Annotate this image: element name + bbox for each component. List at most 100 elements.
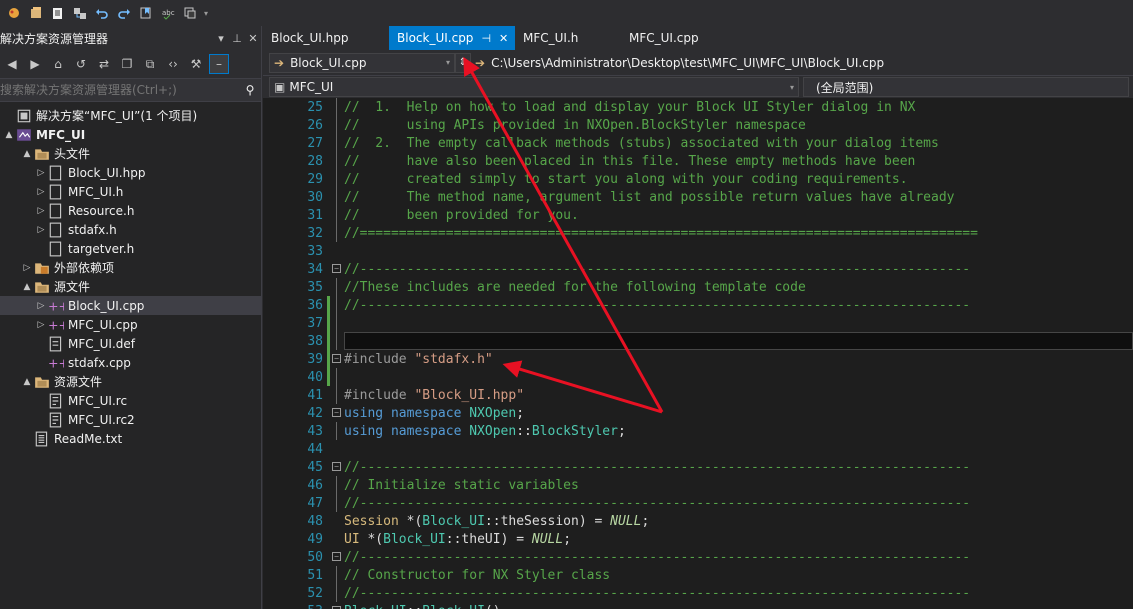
tab-mfc-ui-h[interactable]: MFC_UI.h — [515, 26, 621, 50]
code-line[interactable]: 50−//-----------------------------------… — [263, 548, 1133, 566]
fold-icon[interactable]: − — [332, 408, 341, 417]
expanded-arrow-icon[interactable]: ▲ — [20, 377, 34, 387]
open-file-icon[interactable] — [48, 4, 67, 22]
code-line[interactable]: 42− using namespace NXOpen; — [263, 404, 1133, 422]
code-line[interactable]: 33 — [263, 242, 1133, 260]
new-project-icon[interactable] — [26, 4, 45, 22]
code-line[interactable]: 29 // created simply to start you along w… — [263, 170, 1133, 188]
code-line[interactable]: 47 //------------------------------------… — [263, 494, 1133, 512]
properties-icon[interactable]: ⚒ — [186, 54, 206, 74]
toolbar-overflow-icon[interactable]: ▾ — [204, 9, 208, 18]
tree-node[interactable]: ▲ 头文件 — [0, 144, 262, 163]
code-line[interactable]: 43 using namespace NXOpen::BlockStyler; — [263, 422, 1133, 440]
tree-node[interactable]: ▲ 资源文件 — [0, 372, 262, 391]
code-line[interactable]: 48 Session *(Block_UI::theSession) = NULL… — [263, 512, 1133, 530]
tree-node[interactable]: ReadMe.txt — [0, 429, 262, 448]
fold-icon[interactable]: − — [332, 354, 341, 363]
code-line[interactable]: 36 //------------------------------------… — [263, 296, 1133, 314]
tree-node[interactable]: targetver.h — [0, 239, 262, 258]
split-button[interactable]: ⇕ — [455, 52, 471, 73]
expanded-arrow-icon[interactable]: ▲ — [20, 282, 34, 292]
tree-node[interactable]: MFC_UI.rc2 — [0, 410, 262, 429]
back-icon[interactable]: ◀ — [2, 54, 22, 74]
navigate-icon[interactable] — [70, 4, 89, 22]
fold-icon[interactable]: − — [332, 264, 341, 273]
tree-node[interactable]: ▲ 源文件 — [0, 277, 262, 296]
tab-block-ui-hpp[interactable]: Block_UI.hpp — [263, 26, 389, 50]
collapsed-arrow-icon[interactable]: ▷ — [34, 320, 48, 330]
code-line[interactable]: 40 — [263, 368, 1133, 386]
code-line[interactable]: 49 UI *(Block_UI::theUI) = NULL; — [263, 530, 1133, 548]
code-line[interactable]: 46 // Initialize static variables — [263, 476, 1133, 494]
explorer-search-input[interactable] — [0, 83, 239, 97]
bookmark-icon[interactable] — [136, 4, 155, 22]
code-line[interactable]: 38//用户代码 — [263, 332, 1133, 351]
line-number: 32 — [307, 225, 323, 241]
sync-icon[interactable]: ⇄ — [94, 54, 114, 74]
code-line[interactable]: 34−//-----------------------------------… — [263, 260, 1133, 278]
collapsed-arrow-icon[interactable]: ▷ — [34, 301, 48, 311]
fold-icon[interactable]: − — [332, 462, 341, 471]
fold-icon[interactable]: − — [332, 552, 341, 561]
expanded-arrow-icon[interactable]: ▲ — [2, 130, 16, 140]
tree-node[interactable]: ▷ 外部依赖项 — [0, 258, 262, 277]
pin-icon[interactable]: ⊣ — [481, 32, 491, 45]
tree-node[interactable]: ++ stdafx.cpp — [0, 353, 262, 372]
collapsed-arrow-icon[interactable]: ▷ — [20, 263, 34, 273]
file-combo[interactable]: ➔ Block_UI.cpp ▾ — [269, 52, 455, 73]
tree-node[interactable]: ▷ stdafx.h — [0, 220, 262, 239]
scope-combo[interactable]: (全局范围) — [803, 77, 1129, 97]
code-line[interactable]: 27 // 2. The empty callback methods (stub… — [263, 134, 1133, 152]
undo-icon[interactable] — [92, 4, 111, 22]
code-line[interactable]: 53−Block_UI::Block_UI() — [263, 602, 1133, 609]
code-line[interactable]: 30 // The method name, argument list and … — [263, 188, 1133, 206]
code-line[interactable]: 31 // been provided for you. — [263, 206, 1133, 224]
code-line[interactable]: 44 — [263, 440, 1133, 458]
spell-check-icon[interactable]: abc — [158, 4, 177, 22]
close-icon[interactable]: ✕ — [245, 32, 261, 45]
collapse-all-icon[interactable]: ⧉ — [140, 54, 160, 74]
code-area[interactable]: 25 // 1. Help on how to load and display … — [263, 98, 1133, 609]
code-line[interactable]: 32 //====================================… — [263, 224, 1133, 242]
tree-node[interactable]: ▷++ Block_UI.cpp — [0, 296, 262, 315]
close-icon[interactable]: ✕ — [499, 32, 508, 45]
tree-node[interactable]: ▲ MFC_UI — [0, 125, 262, 144]
code-line[interactable]: 26 // using APIs provided in NXOpen.Block… — [263, 116, 1133, 134]
tree-node[interactable]: MFC_UI.rc — [0, 391, 262, 410]
forward-icon[interactable]: ▶ — [25, 54, 45, 74]
code-line[interactable]: 39− #include "stdafx.h" — [263, 350, 1133, 368]
code-line[interactable]: 45−//-----------------------------------… — [263, 458, 1133, 476]
copy-icon[interactable]: ❐ — [117, 54, 137, 74]
search-icon[interactable]: ⚲ — [239, 83, 261, 97]
debug-icon[interactable] — [4, 4, 23, 22]
tree-node[interactable]: ▷ Resource.h — [0, 201, 262, 220]
redo-icon[interactable] — [114, 4, 133, 22]
collapsed-arrow-icon[interactable]: ▷ — [34, 225, 48, 235]
tree-node[interactable]: ▷ MFC_UI.h — [0, 182, 262, 201]
code-line[interactable]: 28 // have also been placed in this file.… — [263, 152, 1133, 170]
history-icon[interactable]: ↺ — [71, 54, 91, 74]
dropdown-icon[interactable]: ▾ — [213, 32, 229, 45]
format-icon[interactable] — [180, 4, 199, 22]
home-icon[interactable]: ⌂ — [48, 54, 68, 74]
code-line[interactable]: 35 //These includes are needed for the fo… — [263, 278, 1133, 296]
collapsed-arrow-icon[interactable]: ▷ — [34, 187, 48, 197]
code-line[interactable]: 52 //------------------------------------… — [263, 584, 1133, 602]
view-code-icon[interactable]: ‹› — [163, 54, 183, 74]
tree-node[interactable]: ▷++ MFC_UI.cpp — [0, 315, 262, 334]
tree-node[interactable]: MFC_UI.def — [0, 334, 262, 353]
preview-icon[interactable]: – — [209, 54, 229, 74]
code-line[interactable]: 41 #include "Block_UI.hpp" — [263, 386, 1133, 404]
expanded-arrow-icon[interactable]: ▲ — [20, 149, 34, 159]
code-line[interactable]: 25 // 1. Help on how to load and display … — [263, 98, 1133, 116]
tab-mfc-ui-cpp[interactable]: MFC_UI.cpp — [621, 26, 731, 50]
tree-node[interactable]: 解决方案“MFC_UI”(1 个项目) — [0, 106, 262, 125]
tree-node[interactable]: ▷ Block_UI.hpp — [0, 163, 262, 182]
collapsed-arrow-icon[interactable]: ▷ — [34, 206, 48, 216]
code-line[interactable]: 37 — [263, 314, 1133, 332]
code-line[interactable]: 51 // Constructor for NX Styler class — [263, 566, 1133, 584]
collapsed-arrow-icon[interactable]: ▷ — [34, 168, 48, 178]
project-combo[interactable]: ▣ MFC_UI ▾ — [269, 77, 799, 97]
pin-icon[interactable]: ⊥ — [229, 32, 245, 45]
tab-block-ui-cpp[interactable]: Block_UI.cpp ⊣ ✕ — [389, 26, 515, 50]
